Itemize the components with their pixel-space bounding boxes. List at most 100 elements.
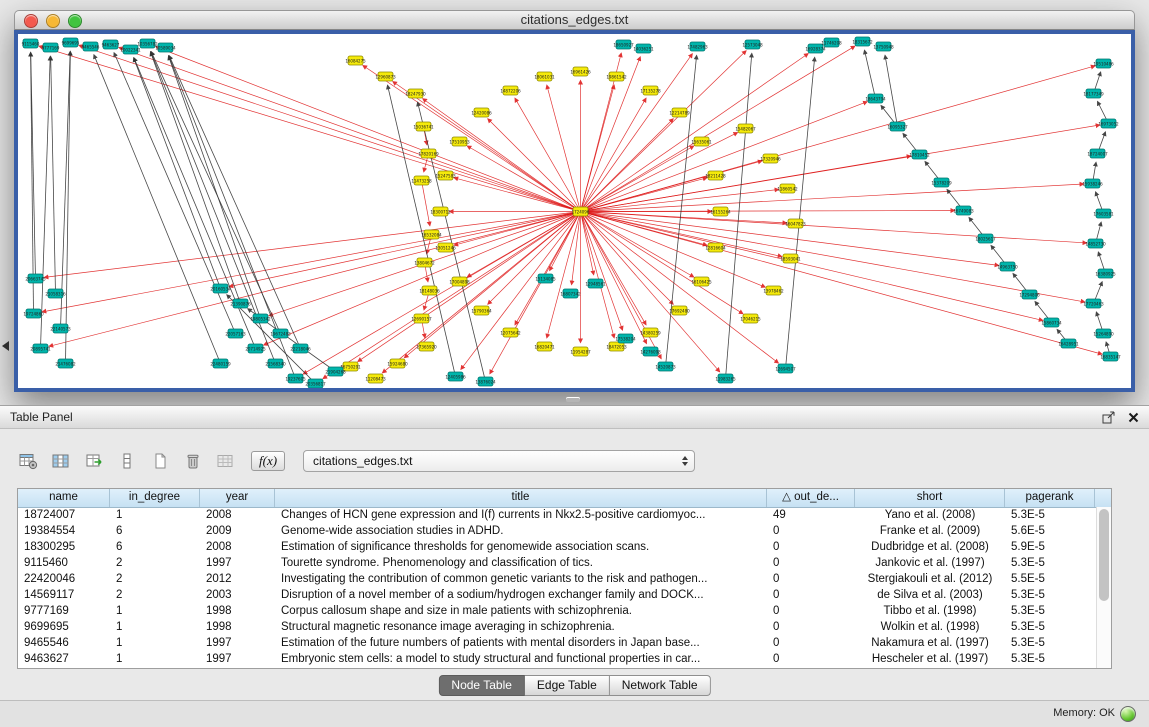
graph-node[interactable]: 10356782 <box>137 39 158 48</box>
table-row[interactable]: 911546021997Tourette syndrome. Phenomeno… <box>18 555 1096 571</box>
graph-node[interactable]: 12405986 <box>445 372 466 381</box>
graph-node[interactable]: 17692480 <box>669 306 690 315</box>
graph-node[interactable]: 12960873 <box>375 72 396 81</box>
graph-node[interactable]: 12948561 <box>585 279 606 288</box>
network-canvas[interactable]: 1724096161552641821142815635061122147891… <box>18 34 1131 388</box>
graph-node[interactable]: 18211428 <box>705 171 726 180</box>
graph-node[interactable]: 17135278 <box>640 86 661 95</box>
graph-node[interactable]: 15924680 <box>387 359 408 368</box>
graph-node[interactable]: 19510486 <box>1093 59 1114 68</box>
graph-node[interactable]: 12694507 <box>775 364 796 373</box>
graph-node[interactable]: 18148036 <box>419 286 440 295</box>
graph-node[interactable]: 13804672 <box>414 258 435 267</box>
graph-node[interactable]: 15378209 <box>931 178 952 187</box>
graph-node[interactable]: 18025617 <box>975 234 996 243</box>
table-row[interactable]: 946362711997Embryonic stem cells: a mode… <box>18 651 1096 667</box>
table-row[interactable]: 1456911722003Disruption of a novel membe… <box>18 587 1096 603</box>
graph-node[interactable]: 15860734 <box>1041 318 1062 327</box>
graph-node[interactable]: 12816604 <box>705 243 726 252</box>
graph-node[interactable]: 17720463 <box>1083 299 1104 308</box>
graph-node[interactable]: 17294806 <box>1019 290 1040 299</box>
table-row[interactable]: 1830029562008Estimation of significance … <box>18 539 1096 555</box>
graph-node[interactable]: 18247930 <box>405 89 426 98</box>
memory-status-indicator[interactable] <box>1120 706 1136 722</box>
graph-node[interactable]: 11954287 <box>570 347 591 356</box>
graph-node[interactable]: 16095327 <box>887 122 908 131</box>
graph-node[interactable]: 20895741 <box>30 344 51 353</box>
graph-node[interactable]: 16106425 <box>691 277 712 286</box>
graph-node[interactable]: 17320946 <box>760 154 781 163</box>
table-row[interactable]: 2242004622012Investigating the contribut… <box>18 571 1096 587</box>
graph-node[interactable]: 13876024 <box>475 377 496 386</box>
graph-node[interactable]: 17603581 <box>1093 209 1114 218</box>
graph-node[interactable]: 10022341 <box>120 45 141 54</box>
graph-node[interactable]: 21390876 <box>230 299 251 308</box>
graph-node[interactable]: 18650927 <box>613 40 634 49</box>
graph-node[interactable]: 17538204 <box>615 334 636 343</box>
column-header-pagerank[interactable]: pagerank <box>1005 489 1095 507</box>
select-columns-icon[interactable] <box>49 450 73 472</box>
graph-node[interactable]: 22218046 <box>290 344 311 353</box>
graph-node[interactable]: 9465546 <box>82 42 100 51</box>
graph-node[interactable]: 17365920 <box>416 342 437 351</box>
graph-node[interactable]: 21568340 <box>265 359 286 368</box>
graph-node[interactable]: 9699695 <box>62 38 80 47</box>
graph-node[interactable]: 17510953 <box>449 137 470 146</box>
graph-node[interactable]: 11208473 <box>365 374 386 383</box>
graph-node[interactable]: 20356817 <box>305 379 326 388</box>
scrollbar-thumb[interactable] <box>1099 509 1109 601</box>
graph-node[interactable]: 9777169 <box>42 43 60 52</box>
column-header-outde[interactable]: △ out_de... <box>767 489 855 507</box>
graph-node[interactable]: 16820471 <box>534 342 555 351</box>
graph-node[interactable]: 12214789 <box>669 108 690 117</box>
graph-node[interactable]: 20663745 <box>25 274 46 283</box>
table-source-dropdown[interactable]: citations_edges.txt <box>303 450 695 472</box>
graph-node[interactable]: 12075642 <box>500 328 521 337</box>
table-row[interactable]: 969969511998Structural magnetic resonanc… <box>18 619 1096 635</box>
graph-node[interactable]: 18643794 <box>865 94 886 103</box>
window-titlebar[interactable]: citations_edges.txt <box>14 10 1135 30</box>
graph-node[interactable]: 16084275 <box>345 56 366 65</box>
graph-node[interactable]: 13750948 <box>873 42 894 51</box>
graph-node[interactable]: 14963750 <box>997 262 1018 271</box>
graph-node[interactable]: 19861542 <box>606 72 627 81</box>
graph-node[interactable]: 16928374 <box>805 44 826 53</box>
graph-node[interactable]: 21058316 <box>45 289 66 298</box>
graph-node[interactable]: 16380925 <box>1095 269 1116 278</box>
splitter-handle[interactable] <box>566 397 580 402</box>
table-row[interactable]: 1872400712008Changes of HCN gene express… <box>18 507 1096 523</box>
column-header-year[interactable]: year <box>200 489 275 507</box>
graph-node[interactable]: 18300712 <box>430 207 451 216</box>
graph-node[interactable]: 17046215 <box>740 314 761 323</box>
graph-node[interactable]: 11860542 <box>777 184 798 193</box>
table-row[interactable]: 977716911998Corpus callosum shape and si… <box>18 603 1096 619</box>
new-column-icon[interactable] <box>148 450 172 472</box>
graph-node[interactable]: 16749083 <box>953 206 974 215</box>
graph-node[interactable]: 11473258 <box>411 176 432 185</box>
graph-node[interactable]: 14036251 <box>633 44 654 53</box>
export-table-icon[interactable] <box>82 450 106 472</box>
column-header-name[interactable]: name <box>18 489 110 507</box>
column-header-indegree[interactable]: in_degree <box>110 489 200 507</box>
graph-node[interactable]: 15247583 <box>435 171 456 180</box>
graph-node[interactable]: 14872206 <box>500 86 521 95</box>
graph-node[interactable]: 19672483 <box>270 329 291 338</box>
graph-node[interactable]: 12690157 <box>411 314 432 323</box>
row-height-icon[interactable] <box>115 450 139 472</box>
tab-node-table[interactable]: Node Table <box>438 675 525 696</box>
close-panel-icon[interactable] <box>1128 412 1139 423</box>
graph-node[interactable]: 16532084 <box>421 230 442 239</box>
table-row[interactable]: 1938455462009Genome-wide association stu… <box>18 523 1096 539</box>
graph-node[interactable]: 16973052 <box>1098 119 1119 128</box>
graph-node[interactable]: 18315672 <box>852 37 873 46</box>
graph-node[interactable]: 15790364 <box>471 306 492 315</box>
graph-node[interactable]: 1724096 <box>572 207 590 216</box>
graph-node[interactable]: 15134085 <box>535 274 556 283</box>
graph-node[interactable]: 16428951 <box>1058 339 1079 348</box>
graph-node[interactable]: 18724007 <box>1087 149 1108 158</box>
graph-node[interactable]: 18061031 <box>534 72 555 81</box>
graph-node[interactable]: 15938246 <box>1082 179 1103 188</box>
table-options-icon[interactable] <box>16 450 40 472</box>
graph-node[interactable]: 14520873 <box>655 362 676 371</box>
graph-node[interactable]: 13978462 <box>763 286 784 295</box>
